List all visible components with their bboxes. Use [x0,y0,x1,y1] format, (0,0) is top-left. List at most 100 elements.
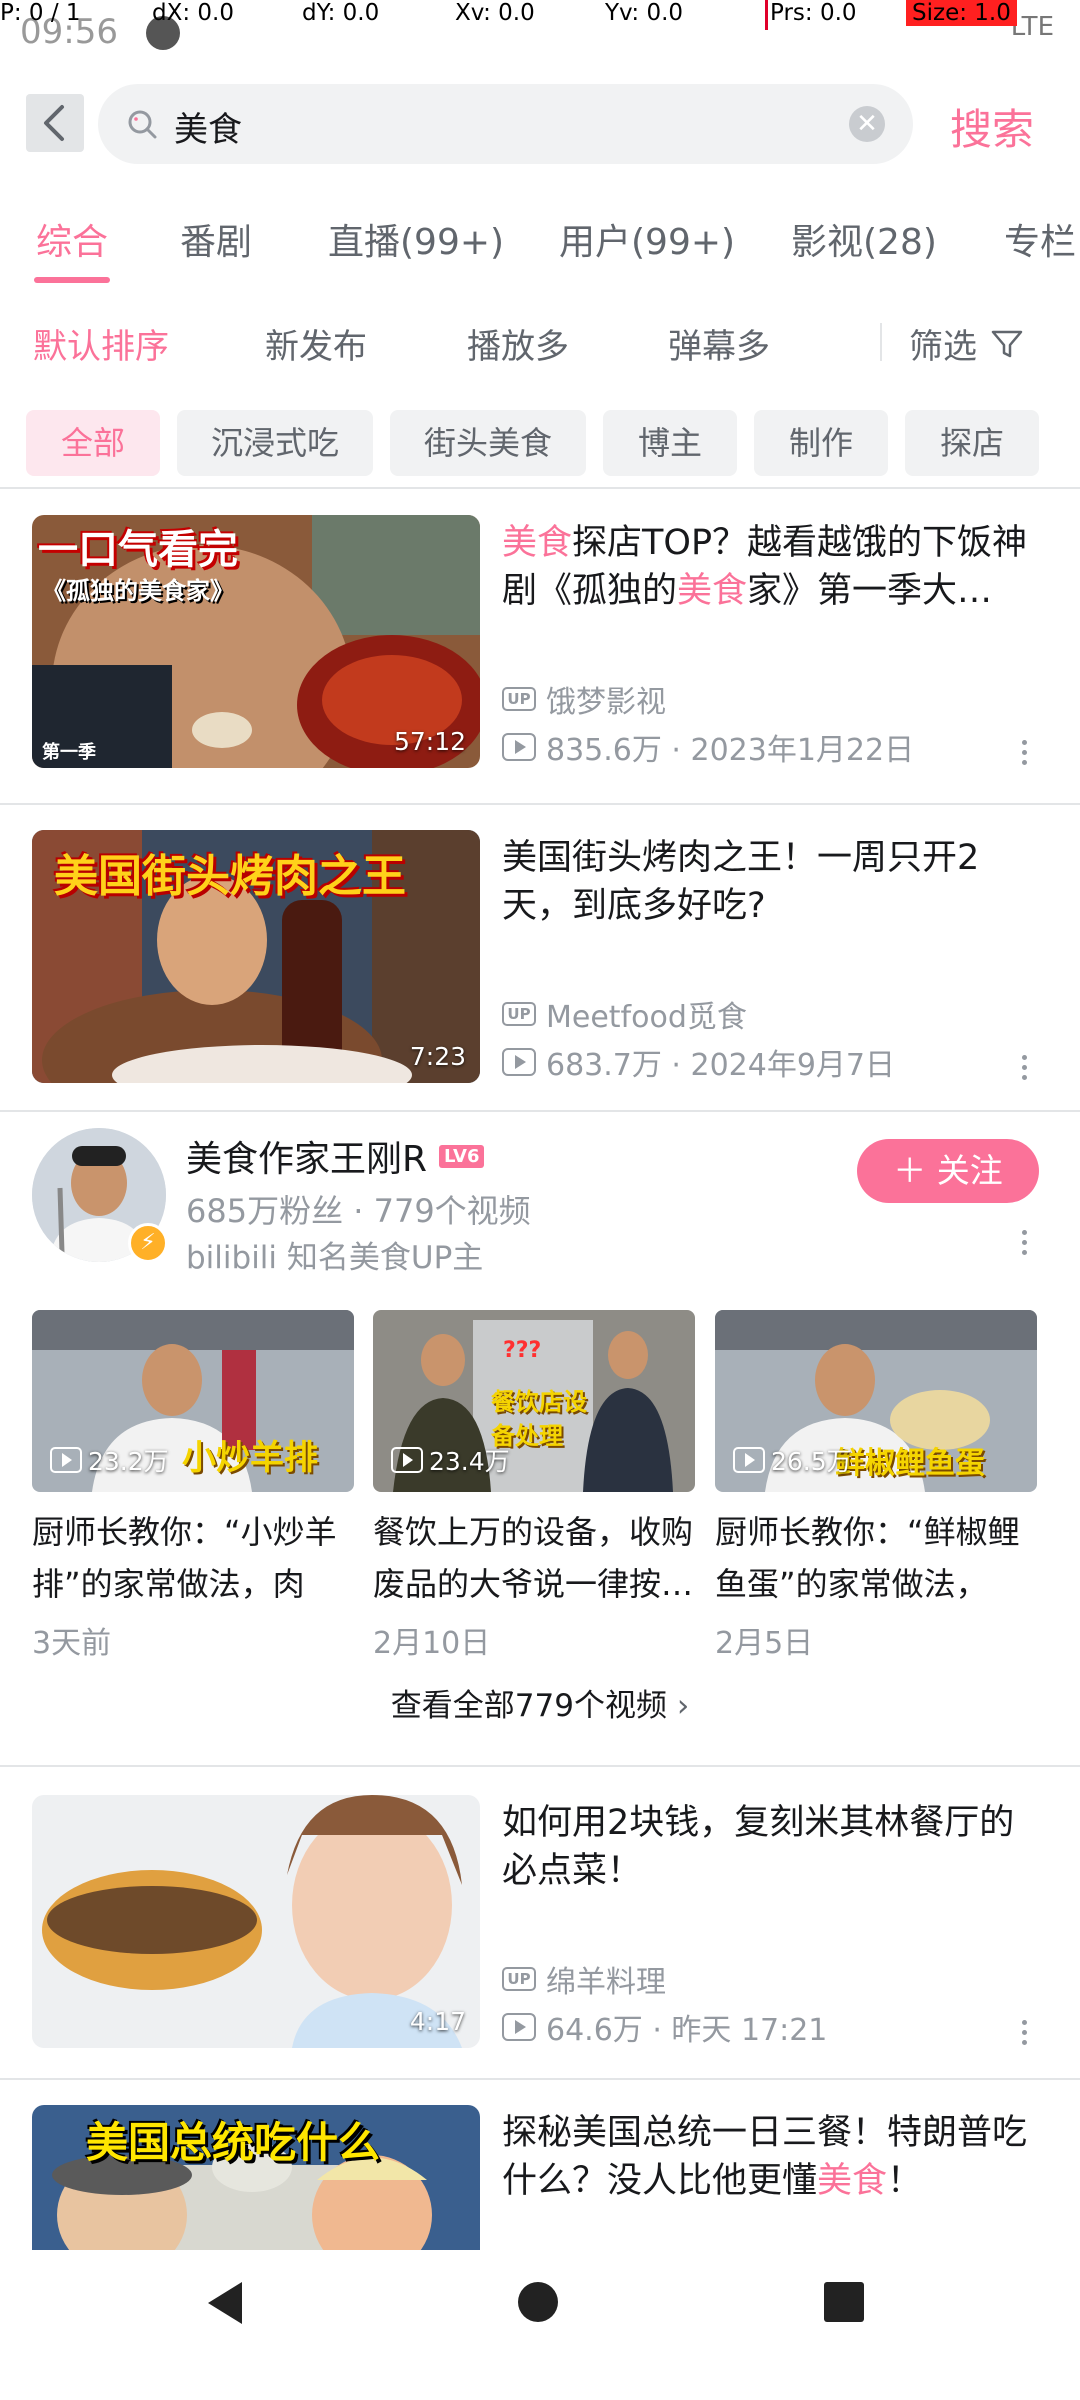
debug-prs-marker [765,0,768,30]
uploader-name: Meetfood觅食 [546,1000,747,1035]
video-thumbnail[interactable]: 小炒羊排 23.2万 [32,1310,354,1492]
play-count-icon [391,1447,423,1473]
play-count-icon [50,1447,82,1473]
chip-restaurant-visit[interactable]: 探店 [905,410,1039,476]
sort-separator [880,323,882,361]
back-button[interactable] [26,94,84,152]
sort-most-played[interactable]: 播放多 [467,319,569,368]
title-highlight: 美食 [677,571,748,611]
tab-live[interactable]: 直播(99+) [328,213,504,265]
user-video-item[interactable]: ??? 餐饮店设备处理 23.4万 餐饮上万的设备，收购废品的大爷说一律按… 2… [373,1310,695,1662]
title-highlight: 美食 [502,523,573,563]
search-input[interactable]: 美食 ✕ [98,84,913,164]
video-thumbnail[interactable]: 鲜椒鲤鱼蛋 26.5万 [715,1310,1037,1492]
video-title[interactable]: 美国街头烤肉之王！一周只开2天，到底多好吃? [502,834,1047,930]
view-count: 26.5万 [733,1442,852,1478]
search-query: 美食 [174,110,242,150]
video-date: 2月10日 [373,1626,491,1661]
title-text: 探秘美国总统一日三餐！特朗普吃什么？没人比他更懂 [502,2113,1028,2201]
chip-cooking[interactable]: 制作 [754,410,888,476]
tab-movies[interactable]: 影视(28) [791,213,937,265]
chevron-right-icon: › [676,1688,690,1724]
divider [0,1765,1080,1767]
video-duration: 4:17 [409,2007,466,2036]
nav-home-icon[interactable] [518,2282,558,2322]
chip-blogger[interactable]: 博主 [603,410,737,476]
video-card[interactable]: 4:17 如何用2块钱，复刻米其林餐厅的必点菜！ UP 绵羊料理 64.6万 · … [0,1795,1080,2050]
video-duration: 57:12 [393,727,466,756]
video-card[interactable]: 一口气看完 《孤独的美食家》 第一季 57:12 美食探店TOP？越看越饿的下饭… [0,515,1080,770]
chip-immersive-eating[interactable]: 沉浸式吃 [177,410,373,476]
sort-newest[interactable]: 新发布 [265,319,367,368]
video-thumbnail[interactable]: 美国总统吃什么 [32,2105,480,2250]
verified-icon: ⚡ [128,1223,168,1263]
nav-back-icon[interactable] [206,2280,246,2326]
play-count-icon [733,1447,765,1473]
thumbnail-overlay: 小炒羊排 [182,1438,318,1478]
video-thumbnail[interactable]: 美国街头烤肉之王 7:23 [32,830,480,1083]
video-title[interactable]: 美食探店TOP？越看越饿的下饭神剧《孤独的美食家》第一季大… [502,519,1047,615]
stats-text: 64.6万 · 昨天 17:21 [546,2013,828,2048]
video-thumbnail[interactable]: 4:17 [32,1795,480,2048]
video-title[interactable]: 如何用2块钱，复刻米其林餐厅的必点菜！ [502,1799,1047,1895]
debug-dy: dY: 0.0 [302,0,380,26]
system-navigation-bar [0,2250,1080,2400]
video-title[interactable]: 探秘美国总统一日三餐！特朗普吃什么？没人比他更懂美食！ [502,2109,1047,2205]
debug-size: Size: 1.0 [906,0,1017,26]
sort-default[interactable]: 默认排序 [33,319,169,368]
more-options-icon[interactable] [1022,1055,1030,1085]
stats-text: 683.7万 · 2024年9月7日 [546,1048,896,1083]
debug-yv: Yv: 0.0 [605,0,684,26]
tab-users[interactable]: 用户(99+) [559,213,735,265]
tab-bangumi[interactable]: 番剧 [180,213,252,265]
uploader[interactable]: UP Meetfood觅食 [502,992,747,1036]
video-thumbnail[interactable]: ??? 餐饮店设备处理 23.4万 [373,1310,695,1492]
video-card[interactable]: 美国总统吃什么 探秘美国总统一日三餐！特朗普吃什么？没人比他更懂美食！ [0,2105,1080,2250]
uploader[interactable]: UP 绵羊料理 [502,1957,666,2001]
user-name[interactable]: 美食作家王刚R LV6 [186,1130,485,1182]
title-highlight: 美食 [817,2161,888,2201]
tab-all[interactable]: 综合 [36,213,108,265]
video-date: 2月5日 [715,1626,814,1661]
divider [0,487,1080,489]
up-icon: UP [502,687,536,711]
debug-dx: dX: 0.0 [152,0,234,26]
tab-articles[interactable]: 专栏 [1004,213,1076,265]
video-card[interactable]: 美国街头烤肉之王 7:23 美国街头烤肉之王！一周只开2天，到底多好吃? UP M… [0,830,1080,1085]
title-text: 美国街头烤肉之王！一周只开2天，到底多好吃? [502,838,980,926]
video-thumbnail[interactable]: 一口气看完 《孤独的美食家》 第一季 57:12 [32,515,480,768]
chip-all[interactable]: 全部 [26,410,160,476]
see-all-label: 查看全部779个视频 [390,1688,667,1724]
play-count-icon [502,2013,536,2041]
video-date: 3天前 [32,1626,112,1661]
search-button[interactable]: 搜索 [950,96,1034,157]
uploader-name: 绵羊料理 [546,1965,666,2000]
filter-icon [991,330,1023,357]
video-title[interactable]: 厨师长教你：“小炒羊排”的家常做法，肉香… [32,1506,354,1610]
user-video-item[interactable]: 鲜椒鲤鱼蛋 26.5万 厨师长教你：“鲜椒鲤鱼蛋”的家常做法，鲜… 2月5日 [715,1310,1037,1662]
search-header: 美食 ✕ 搜索 [0,82,1080,164]
title-text: ！ [887,2161,923,2201]
title-text: 家》第一季大… [747,571,993,611]
up-icon: UP [502,1967,536,1991]
sort-bar: 默认排序 新发布 播放多 弹幕多 筛选 [0,315,1080,375]
filter-button[interactable]: 筛选 [909,319,1025,368]
video-stats: 683.7万 · 2024年9月7日 [502,1040,895,1084]
follow-button[interactable]: ＋ 关注 [857,1139,1039,1203]
more-options-icon[interactable] [1022,740,1030,770]
see-all-videos-link[interactable]: 查看全部779个视频 › [0,1680,1080,1725]
sort-most-danmaku[interactable]: 弹幕多 [668,319,770,368]
title-text: 如何用2块钱，复刻米其林餐厅的必点菜！ [502,1803,1015,1891]
play-count-icon [502,733,536,761]
video-title[interactable]: 厨师长教你：“鲜椒鲤鱼蛋”的家常做法，鲜… [715,1506,1037,1610]
more-options-icon[interactable] [1022,2020,1030,2050]
clear-icon[interactable]: ✕ [849,106,885,142]
uploader[interactable]: UP 饿梦影视 [502,677,666,721]
video-title[interactable]: 餐饮上万的设备，收购废品的大爷说一律按… [373,1506,695,1610]
user-video-item[interactable]: 小炒羊排 23.2万 厨师长教你：“小炒羊排”的家常做法，肉香… 3天前 [32,1310,354,1662]
view-count-text: 23.2万 [88,1447,169,1476]
chip-street-food[interactable]: 街头美食 [390,410,586,476]
nav-recents-icon[interactable] [824,2282,864,2322]
view-count: 23.4万 [391,1442,510,1478]
more-options-icon[interactable] [1022,1230,1030,1260]
